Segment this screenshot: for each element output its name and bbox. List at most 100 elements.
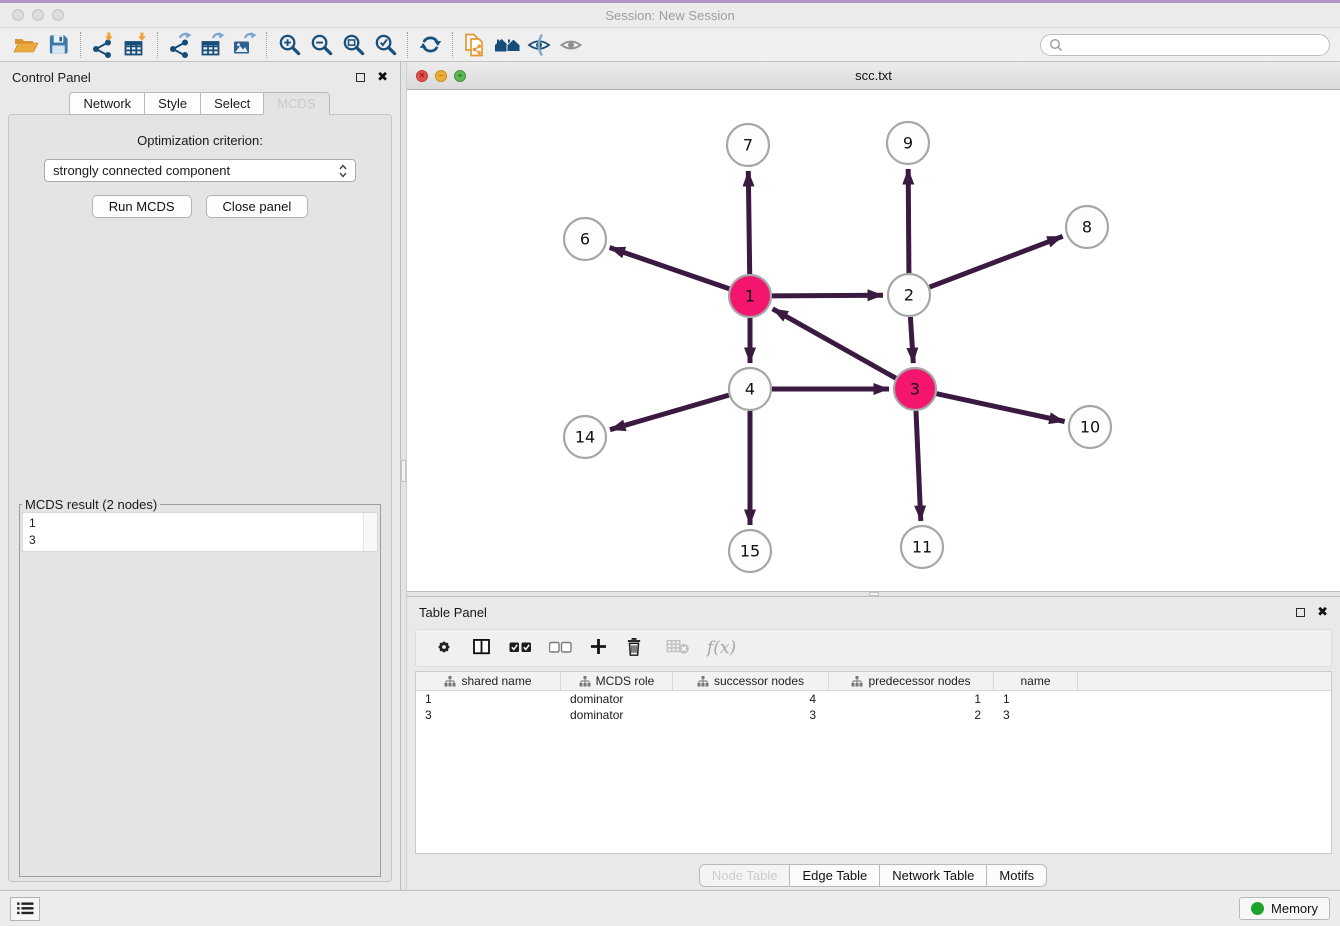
toolbar-separator (266, 32, 267, 58)
zoom-fit-button[interactable] (337, 30, 369, 60)
graph-node-label-14: 14 (575, 428, 595, 447)
list-icon (17, 902, 34, 915)
close-panel-icon[interactable]: ✖ (1317, 604, 1328, 620)
graph-edge-1-2[interactable] (772, 295, 883, 296)
zoom-in-button[interactable] (273, 30, 305, 60)
close-window-button[interactable] (12, 9, 24, 21)
graph-edge-3-1[interactable] (773, 309, 896, 378)
add-row-icon[interactable] (589, 637, 608, 659)
home-button[interactable] (491, 30, 523, 60)
graph-edge-3-10[interactable] (937, 394, 1065, 422)
task-history-button[interactable] (10, 897, 40, 921)
first-neighbors-button[interactable] (459, 30, 491, 60)
graph-edge-1-7[interactable] (748, 171, 749, 274)
main-toolbar (0, 28, 1340, 62)
open-folder-icon (13, 33, 39, 57)
graph-edge-4-14[interactable] (610, 395, 729, 430)
graph-edge-1-6[interactable] (610, 248, 730, 289)
zoom-out-icon (309, 32, 334, 57)
search-field[interactable] (1040, 34, 1330, 56)
table-cell: 1 (829, 692, 994, 706)
tab-edge-table[interactable]: Edge Table (789, 864, 880, 887)
dropdown-value: strongly connected component (53, 163, 230, 178)
column-header-shared-name[interactable]: shared name (416, 672, 561, 690)
tab-motifs[interactable]: Motifs (986, 864, 1047, 887)
network-canvas[interactable]: 7968124314101511 (407, 90, 1340, 591)
graph-edge-2-3[interactable] (910, 317, 913, 363)
toolbar-separator (157, 32, 158, 58)
graph-edge-2-8[interactable] (930, 236, 1063, 287)
column-view-icon[interactable] (471, 637, 492, 660)
function-builder-icon-disabled: f(x) (707, 638, 736, 658)
table-row[interactable]: 1dominator411 (416, 691, 1331, 707)
tab-node-table[interactable]: Node Table (699, 864, 791, 887)
graph-node-label-6: 6 (580, 230, 590, 249)
save-session-button[interactable] (42, 30, 74, 60)
refresh-view-button[interactable] (414, 30, 446, 60)
import-network-button[interactable] (87, 30, 119, 60)
horizontal-splitter[interactable] (407, 591, 1340, 597)
window-controls (12, 9, 64, 21)
import-table-button[interactable] (119, 30, 151, 60)
zoom-window-button[interactable] (52, 9, 64, 21)
vertical-splitter[interactable] (400, 62, 407, 890)
graph-edge-3-11[interactable] (916, 411, 921, 521)
tab-network[interactable]: Network (69, 92, 145, 115)
control-panel-tabs: Network Style Select MCDS (0, 92, 400, 115)
graph-node-label-1: 1 (745, 287, 755, 306)
network-zoom-button[interactable]: + (454, 70, 466, 82)
result-line: 3 (29, 532, 357, 549)
run-mcds-button[interactable]: Run MCDS (92, 195, 192, 218)
column-label: successor nodes (714, 674, 804, 688)
zoom-out-button[interactable] (305, 30, 337, 60)
memory-button[interactable]: Memory (1239, 897, 1330, 920)
optimization-criterion-dropdown[interactable]: strongly connected component (44, 159, 356, 182)
tab-mcds[interactable]: MCDS (263, 92, 329, 115)
tab-style[interactable]: Style (144, 92, 201, 115)
delete-row-trash-icon[interactable] (625, 637, 643, 660)
close-panel-button[interactable]: Close panel (206, 195, 309, 218)
graph-edge-2-9[interactable] (908, 169, 909, 273)
float-panel-icon[interactable] (356, 73, 365, 82)
control-panel-header: Control Panel ✖ (0, 62, 400, 92)
graph-node-label-9: 9 (903, 134, 913, 153)
select-all-checkboxes-icon[interactable] (509, 640, 532, 657)
column-header-successor-nodes[interactable]: successor nodes (673, 672, 829, 690)
open-session-button[interactable] (10, 30, 42, 60)
memory-label: Memory (1271, 901, 1318, 916)
column-header-MCDS-role[interactable]: MCDS role (561, 672, 673, 690)
export-table-button[interactable] (196, 30, 228, 60)
network-graph[interactable]: 7968124314101511 (407, 90, 1340, 591)
table-body[interactable]: 1dominator4113dominator323 (416, 691, 1331, 853)
graph-node-label-3: 3 (910, 380, 920, 399)
column-header-predecessor-nodes[interactable]: predecessor nodes (829, 672, 994, 690)
network-window-controls: ✕ − + (416, 70, 466, 82)
graph-node-label-8: 8 (1082, 218, 1092, 237)
tab-select[interactable]: Select (200, 92, 264, 115)
export-network-button[interactable] (164, 30, 196, 60)
splitter-handle[interactable] (869, 592, 879, 596)
table-row[interactable]: 3dominator323 (416, 707, 1331, 723)
close-panel-icon[interactable]: ✖ (377, 69, 388, 85)
graph-node-label-15: 15 (740, 542, 760, 561)
gear-icon[interactable] (434, 637, 454, 660)
search-input[interactable] (1068, 38, 1321, 52)
hide-details-button[interactable] (523, 30, 555, 60)
export-image-button[interactable] (228, 30, 260, 60)
column-header-name[interactable]: name (994, 672, 1078, 690)
control-panel-title: Control Panel (12, 70, 91, 85)
splitter-handle[interactable] (401, 460, 406, 482)
network-close-button[interactable]: ✕ (416, 70, 428, 82)
tab-network-table[interactable]: Network Table (879, 864, 987, 887)
minimize-window-button[interactable] (32, 9, 44, 21)
result-scrollbar[interactable] (363, 513, 377, 551)
deselect-all-checkboxes-icon[interactable] (549, 640, 572, 657)
show-graphics-details-button[interactable] (555, 30, 587, 60)
mcds-result-text[interactable]: 13 (22, 512, 378, 552)
optimization-criterion-label: Optimization criterion: (137, 133, 263, 148)
float-panel-icon[interactable] (1296, 608, 1305, 617)
network-minimize-button[interactable]: − (435, 70, 447, 82)
zoom-selected-button[interactable] (369, 30, 401, 60)
tree-icon (579, 676, 591, 687)
main-titlebar: Session: New Session (0, 3, 1340, 28)
